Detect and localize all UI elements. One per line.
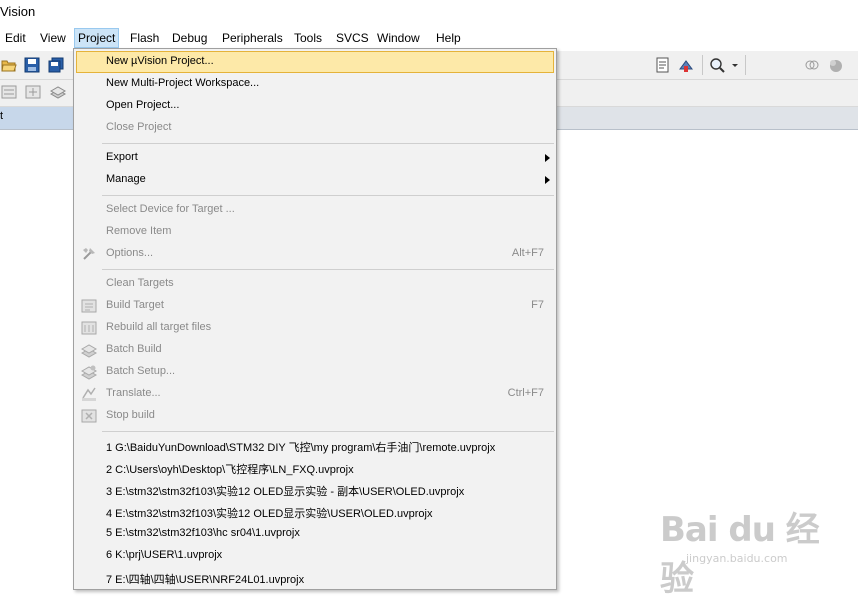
submenu-arrow-icon <box>545 176 550 184</box>
menu-item-clean-targets[interactable]: Clean Targets <box>76 273 554 295</box>
menu-item-batch-build[interactable]: Batch Build <box>76 339 554 361</box>
kill-breakpoints-icon[interactable] <box>828 57 844 73</box>
recent-project-item[interactable]: 7 E:\四轴\四轴\USER\NRF24L01.uvprojx <box>76 567 554 589</box>
recent-project-item[interactable]: 1 G:\BaiduYunDownload\STM32 DIY 飞控\my pr… <box>76 435 554 457</box>
menu-tools[interactable]: Tools <box>291 29 325 47</box>
project-menu-dropdown: New µVision Project... New Multi-Project… <box>73 48 557 590</box>
menu-edit[interactable]: Edit <box>2 29 29 47</box>
zoom-dropdown-icon[interactable] <box>730 57 740 73</box>
toolbar-separator <box>745 55 746 75</box>
menu-item-new-uvision-project[interactable]: New µVision Project... <box>76 51 554 73</box>
save-all-icon[interactable] <box>48 57 64 73</box>
open-folder-icon[interactable] <box>1 57 17 73</box>
menu-item-export[interactable]: Export <box>76 147 554 169</box>
menu-view[interactable]: View <box>37 29 69 47</box>
menu-peripherals[interactable]: Peripherals <box>219 29 286 47</box>
menu-help[interactable]: Help <box>433 29 464 47</box>
recent-project-item[interactable]: 4 E:\stm32\stm32f103\实验12 OLED显示实验\USER\… <box>76 501 554 523</box>
target-options-icon[interactable] <box>655 57 671 73</box>
batch-build-icon <box>81 344 97 358</box>
watermark-url: jingyan.baidu.com <box>686 552 788 565</box>
menu-separator <box>102 431 554 432</box>
baidu-jingyan-watermark: Bai du 经验 jingyan.baidu.com <box>660 502 850 599</box>
menu-item-batch-setup[interactable]: Batch Setup... <box>76 361 554 383</box>
build-icon <box>81 299 97 313</box>
recent-project-item[interactable]: 2 C:\Users\oyh\Desktop\飞控程序\LN_FXQ.uvpro… <box>76 457 554 479</box>
menu-item-new-multi-project-workspace[interactable]: New Multi-Project Workspace... <box>76 73 554 95</box>
menu-item-build-target[interactable]: Build Target F7 <box>76 295 554 317</box>
batch-setup-icon <box>81 365 97 380</box>
menu-debug[interactable]: Debug <box>169 29 210 47</box>
menu-flash[interactable]: Flash <box>127 29 162 47</box>
options-icon <box>83 248 95 260</box>
menu-item-rebuild-all[interactable]: Rebuild all target files <box>76 317 554 339</box>
menu-separator <box>102 195 554 196</box>
menu-project[interactable]: Project <box>74 28 120 48</box>
menu-item-translate[interactable]: Translate... Ctrl+F7 <box>76 383 554 405</box>
title-bar: Vision <box>0 0 858 26</box>
project-pane-label: t <box>0 110 4 122</box>
rebuild-icon <box>81 321 97 335</box>
menu-svcs[interactable]: SVCS <box>333 29 372 47</box>
translate-toolbar-icon[interactable] <box>1 84 17 100</box>
menu-item-remove-item[interactable]: Remove Item <box>76 221 554 243</box>
menu-bar: Edit View Project Flash Debug Peripheral… <box>0 27 858 49</box>
menu-item-options[interactable]: Options... Alt+F7 <box>76 243 554 265</box>
save-icon[interactable] <box>24 57 40 73</box>
menu-item-stop-build[interactable]: Stop build <box>76 405 554 427</box>
menu-item-select-device[interactable]: Select Device for Target ... <box>76 199 554 221</box>
batch-build-toolbar-icon[interactable] <box>50 84 66 100</box>
project-pane-tab[interactable]: t <box>0 107 74 129</box>
menu-window[interactable]: Window <box>374 29 423 47</box>
toolbar-separator <box>702 55 703 75</box>
menu-item-open-project[interactable]: Open Project... <box>76 95 554 117</box>
menu-item-manage[interactable]: Manage <box>76 169 554 191</box>
manage-components-icon[interactable] <box>678 57 694 73</box>
window-title: Vision <box>0 4 36 19</box>
menu-separator <box>102 269 554 270</box>
watermark-brand: Bai du 经验 <box>660 510 820 599</box>
build-toolbar-icon[interactable] <box>25 84 41 100</box>
recent-project-item[interactable]: 6 K:\prj\USER\1.uvprojx <box>76 545 554 567</box>
recent-project-item[interactable]: 5 E:\stm32\stm32f103\hc sr04\1.uvprojx <box>76 523 554 545</box>
recent-project-item[interactable]: 3 E:\stm32\stm32f103\实验12 OLED显示实验 - 副本\… <box>76 479 554 501</box>
zoom-icon[interactable] <box>709 57 725 73</box>
clear-breakpoints-icon[interactable] <box>804 57 820 73</box>
stop-build-icon <box>81 409 97 423</box>
menu-separator <box>102 143 554 144</box>
translate-icon <box>82 387 96 401</box>
menu-item-close-project[interactable]: Close Project <box>76 117 554 139</box>
submenu-arrow-icon <box>545 154 550 162</box>
